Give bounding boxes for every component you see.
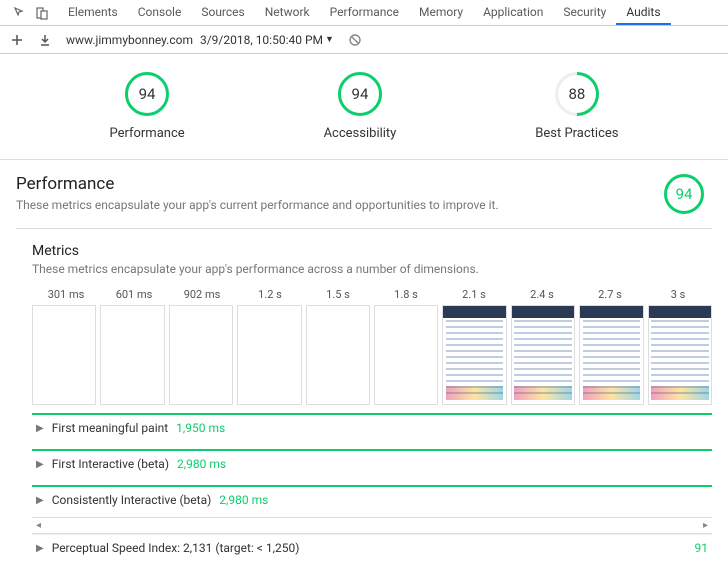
summary-bestpractices-label: Best Practices — [535, 126, 618, 141]
device-icon[interactable] — [34, 5, 50, 21]
download-icon[interactable] — [38, 33, 52, 47]
summary-performance-value: 94 — [139, 85, 156, 103]
section-header: Performance These metrics encapsulate yo… — [16, 174, 712, 214]
filmstrip-labels: 301 ms601 ms902 ms1.2 s1.5 s1.8 s2.1 s2.… — [32, 288, 712, 301]
tab-audits[interactable]: Audits — [616, 1, 670, 25]
tabs-list: Elements Console Sources Network Perform… — [58, 1, 728, 25]
chevron-down-icon: ▼ — [325, 34, 334, 45]
metric-value: 2,980 ms — [219, 493, 268, 507]
filmstrip-frame — [648, 305, 712, 405]
timeline-tick: 601 ms — [100, 288, 168, 301]
summary-bestpractices-value: 88 — [568, 85, 585, 103]
audit-selector[interactable]: www.jimmybonney.com 3/9/2018, 10:50:40 P… — [66, 33, 334, 47]
tab-application[interactable]: Application — [473, 1, 553, 25]
inspect-icon[interactable] — [12, 5, 28, 21]
score-summary: 94 Performance 94 Accessibility 88 Best … — [0, 54, 728, 160]
timeline-tick: 1.5 s — [304, 288, 372, 301]
summary-performance-label: Performance — [109, 126, 184, 141]
filmstrip-frame — [511, 305, 575, 405]
filmstrip-frame — [374, 305, 438, 405]
summary-accessibility-label: Accessibility — [324, 126, 397, 141]
audit-content: Performance These metrics encapsulate yo… — [0, 160, 728, 575]
audits-toolbar: www.jimmybonney.com 3/9/2018, 10:50:40 P… — [0, 26, 728, 54]
filmstrip-frame — [579, 305, 643, 405]
timeline-tick: 1.8 s — [372, 288, 440, 301]
tab-network[interactable]: Network — [255, 1, 320, 25]
tab-console[interactable]: Console — [128, 1, 192, 25]
audit-url: www.jimmybonney.com — [66, 33, 193, 47]
timeline-tick: 902 ms — [168, 288, 236, 301]
section-score-gauge: 94 — [664, 174, 704, 214]
timeline-tick: 2.1 s — [440, 288, 508, 301]
summary-accessibility[interactable]: 94 Accessibility — [324, 72, 397, 141]
tab-elements[interactable]: Elements — [58, 1, 128, 25]
section-desc: These metrics encapsulate your app's cur… — [16, 198, 499, 212]
metric-value: 2,980 ms — [177, 457, 226, 471]
metric-value: 1,950 ms — [176, 421, 225, 435]
timeline-tick: 3 s — [644, 288, 712, 301]
filmstrip-frame — [237, 305, 301, 405]
filmstrip-frame — [100, 305, 164, 405]
timeline-tick: 2.4 s — [508, 288, 576, 301]
summary-bestpractices[interactable]: 88 Best Practices — [535, 72, 618, 141]
filmstrip-frame — [306, 305, 370, 405]
filmstrip: 301 ms601 ms902 ms1.2 s1.5 s1.8 s2.1 s2.… — [32, 288, 712, 405]
psi-row[interactable]: ▶ Perceptual Speed Index: 2,131 (target:… — [32, 534, 712, 561]
tab-memory[interactable]: Memory — [409, 1, 473, 25]
horizontal-scroll[interactable]: ◂▸ — [32, 517, 712, 534]
metric-row[interactable]: ▶ First meaningful paint 1,950 ms — [32, 413, 712, 441]
expand-icon: ▶ — [36, 495, 44, 506]
timeline-tick: 2.7 s — [576, 288, 644, 301]
summary-accessibility-value: 94 — [352, 85, 369, 103]
metrics-desc: These metrics encapsulate your app's per… — [32, 262, 712, 276]
timeline-tick: 301 ms — [32, 288, 100, 301]
divider — [16, 228, 712, 229]
tab-sources[interactable]: Sources — [191, 1, 254, 25]
metric-row[interactable]: ▶ First Interactive (beta) 2,980 ms — [32, 449, 712, 477]
tab-utility-icons — [4, 5, 58, 21]
clear-icon[interactable] — [348, 33, 362, 47]
section-score: 94 — [676, 185, 693, 203]
filmstrip-frames — [32, 305, 712, 405]
section-title: Performance — [16, 174, 499, 194]
expand-icon: ▶ — [36, 543, 44, 554]
scroll-left-icon[interactable]: ◂ — [36, 520, 41, 531]
summary-performance[interactable]: 94 Performance — [109, 72, 184, 141]
audit-timestamp: 3/9/2018, 10:50:40 PM — [200, 33, 323, 47]
filmstrip-frame — [169, 305, 233, 405]
tab-security[interactable]: Security — [553, 1, 616, 25]
metric-row[interactable]: ▶ Consistently Interactive (beta) 2,980 ms — [32, 485, 712, 513]
new-audit-icon[interactable] — [10, 33, 24, 47]
metric-name: First meaningful paint — [52, 421, 168, 435]
psi-label: Perceptual Speed Index: 2,131 (target: <… — [52, 541, 300, 555]
scroll-right-icon[interactable]: ▸ — [703, 520, 708, 531]
metrics-title: Metrics — [32, 243, 712, 259]
psi-score: 91 — [695, 541, 709, 555]
expand-icon: ▶ — [36, 459, 44, 470]
metric-name: Consistently Interactive (beta) — [52, 493, 212, 507]
tab-performance[interactable]: Performance — [320, 1, 409, 25]
metric-name: First Interactive (beta) — [52, 457, 169, 471]
filmstrip-frame — [442, 305, 506, 405]
timeline-tick: 1.2 s — [236, 288, 304, 301]
devtools-tabs: Elements Console Sources Network Perform… — [0, 0, 728, 26]
filmstrip-frame — [32, 305, 96, 405]
expand-icon: ▶ — [36, 423, 44, 434]
